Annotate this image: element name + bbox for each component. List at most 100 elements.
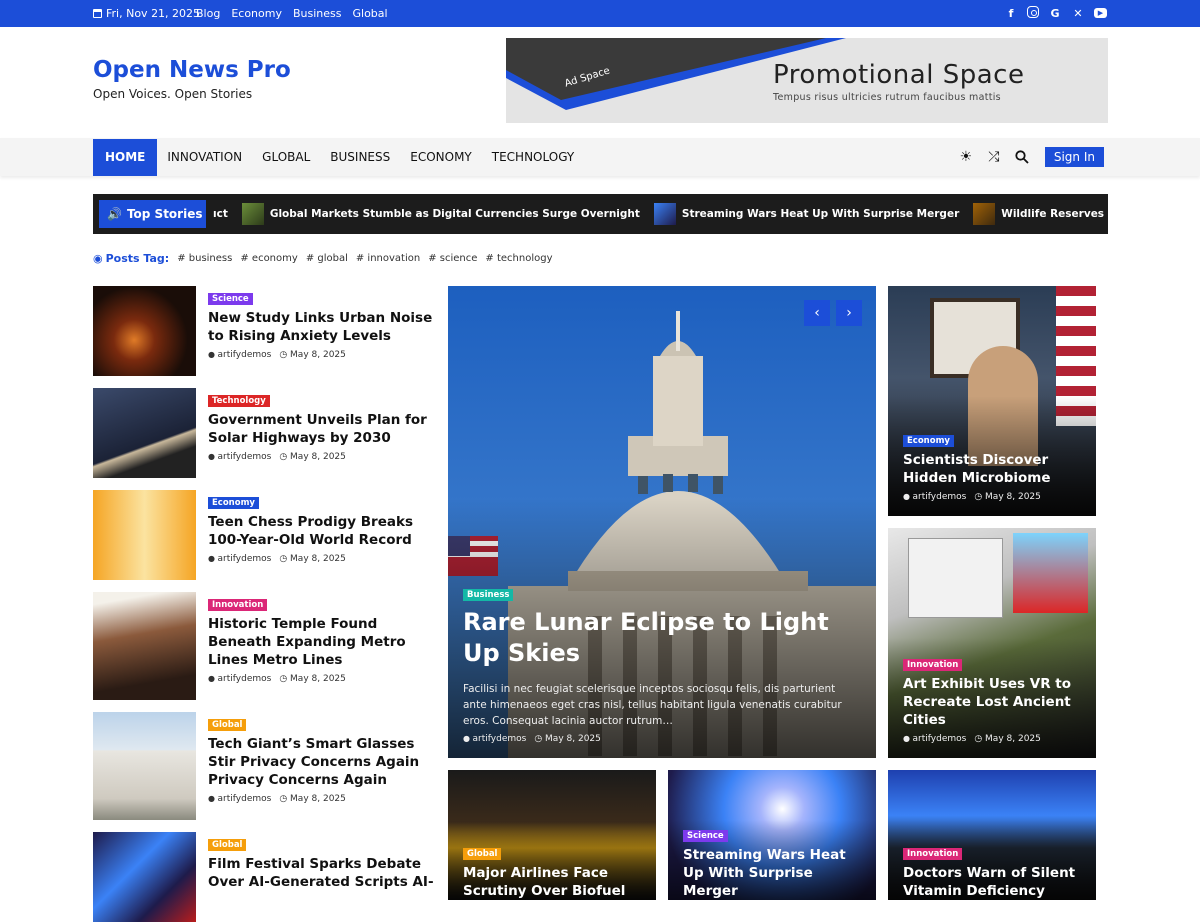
post-title[interactable]: Government Unveils Plan for Solar Highwa… [208,411,438,447]
list-item[interactable]: Global Film Festival Sparks Debate Over … [93,832,438,922]
category-badge[interactable]: Innovation [903,848,963,860]
nav-item-global[interactable]: GLOBAL [252,139,320,176]
post-author[interactable]: artifydemos [903,492,967,502]
category-badge[interactable]: Global [208,839,247,851]
list-item[interactable]: Global Tech Giant’s Smart Glasses Stir P… [93,712,438,820]
top-link-economy[interactable]: Economy [231,7,282,20]
featured-slider[interactable]: ‹ › Business Rare Lunar Eclipse to Light… [448,286,876,758]
list-item[interactable]: Economy Teen Chess Prodigy Breaks 100-Ye… [93,490,438,580]
tag-global[interactable]: # global [306,253,348,264]
post-title[interactable]: Historic Temple Found Beneath Expanding … [208,615,438,669]
category-badge[interactable]: Innovation [903,659,963,671]
chevron-left-icon[interactable]: ‹ [804,300,830,326]
tag-icon: ◉ [93,252,103,265]
bottom-card[interactable]: Science Streaming Wars Heat Up With Surp… [668,770,876,900]
list-item[interactable]: Technology Government Unveils Plan for S… [93,388,438,478]
post-author[interactable]: artifydemos [208,350,272,360]
tag-economy[interactable]: # economy [240,253,297,264]
category-badge[interactable]: Global [463,848,502,860]
post-thumbnail[interactable] [93,490,196,580]
post-date: May 8, 2025 [279,452,346,462]
post-thumbnail[interactable] [93,592,196,700]
side-card[interactable]: Innovation Art Exhibit Uses VR to Recrea… [888,528,1096,758]
category-badge[interactable]: Global [208,719,247,731]
google-icon[interactable]: G [1048,6,1062,20]
site-title[interactable]: Open News Pro [93,57,291,83]
hero-excerpt: Facilisi in nec feugiat scelerisque ince… [463,683,842,727]
category-badge[interactable]: Science [208,293,253,305]
category-badge[interactable]: Business [463,589,514,601]
slider-arrows: ‹ › [804,300,862,326]
post-title[interactable]: Teen Chess Prodigy Breaks 100-Year-Old W… [208,513,438,549]
post-title[interactable]: New Study Links Urban Noise to Rising An… [208,309,438,345]
nav-item-technology[interactable]: TECHNOLOGY [482,139,584,176]
ticker-thumbnail [973,203,996,225]
search-icon[interactable] [1013,148,1031,166]
bottom-card[interactable]: Innovation Doctors Warn of Silent Vitami… [888,770,1096,900]
x-icon[interactable]: ✕ [1071,6,1085,20]
card-caption: Economy Scientists Discover Hidden Micro… [903,428,1086,502]
instagram-icon[interactable] [1027,6,1039,18]
post-thumbnail[interactable] [93,286,196,376]
nav-actions: ☀ ⤮ Sign In [957,147,1104,167]
nav-item-innovation[interactable]: INNOVATION [157,139,252,176]
tag-innovation[interactable]: # innovation [356,253,420,264]
sign-in-button[interactable]: Sign In [1044,147,1104,167]
ticker-thumbnail [653,203,676,225]
youtube-icon[interactable]: ▶ [1094,8,1107,18]
post-author[interactable]: artifydemos [208,674,272,684]
ticker-item[interactable]: Streaming Wars Heat Up With Surprise Mer… [653,203,959,225]
posts-tags: ◉ Posts Tag: # business # economy # globa… [93,252,553,265]
tag-science[interactable]: # science [428,253,477,264]
tag-technology[interactable]: # technology [485,253,552,264]
nav-item-business[interactable]: BUSINESS [320,139,400,176]
category-badge[interactable]: Economy [208,497,259,509]
ticker-item[interactable]: Global Markets Stumble as Digital Curren… [241,203,640,225]
nav-item-economy[interactable]: ECONOMY [400,139,482,176]
top-link-business[interactable]: Business [293,7,342,20]
category-badge[interactable]: Technology [208,395,270,407]
hero-title[interactable]: Rare Lunar Eclipse to Light Up Skies [463,607,861,669]
card-image-sign [1013,533,1088,613]
category-badge[interactable]: Economy [903,435,954,447]
side-card[interactable]: Economy Scientists Discover Hidden Micro… [888,286,1096,516]
post-title[interactable]: Tech Giant’s Smart Glasses Stir Privacy … [208,735,438,789]
ad-banner[interactable]: Ad Space Promotional Space Tempus risus … [506,38,1108,123]
post-author[interactable]: artifydemos [208,452,272,462]
chevron-right-icon[interactable]: › [836,300,862,326]
tag-business[interactable]: # business [177,253,232,264]
category-badge[interactable]: Innovation [208,599,268,611]
list-item[interactable]: Science New Study Links Urban Noise to R… [93,286,438,376]
nav-item-home[interactable]: HOME [93,139,158,176]
ticker-item[interactable]: ıct [213,208,228,220]
post-thumbnail[interactable] [93,832,196,922]
post-title[interactable]: Film Festival Sparks Debate Over AI-Gene… [208,855,438,891]
ticker-items: ıct Global Markets Stumble as Digital Cu… [213,194,1108,234]
post-thumbnail[interactable] [93,712,196,820]
bottom-card[interactable]: Global Major Airlines Face Scrutiny Over… [448,770,656,900]
card-title[interactable]: Major Airlines Face Scrutiny Over Biofue… [463,864,646,900]
main-navigation: HOME INNOVATION GLOBAL BUSINESS ECONOMY … [0,138,1200,176]
card-title[interactable]: Doctors Warn of Silent Vitamin Deficienc… [903,864,1086,900]
post-author[interactable]: artifydemos [903,734,967,744]
post-author[interactable]: artifydemos [208,794,272,804]
top-link-global[interactable]: Global [353,7,388,20]
ticker-item[interactable]: Wildlife Reserves Report Surge in Endang [973,203,1108,225]
shuffle-icon[interactable]: ⤮ [985,148,1003,166]
date-text: Fri, Nov 21, 2025 [106,7,201,20]
sun-icon[interactable]: ☀ [957,148,975,166]
post-author[interactable]: artifydemos [208,554,272,564]
list-item[interactable]: Innovation Historic Temple Found Beneath… [93,592,438,700]
ticker-label: 🔊 Top Stories [99,200,206,228]
card-title[interactable]: Art Exhibit Uses VR to Recreate Lost Anc… [903,675,1086,729]
category-badge[interactable]: Science [683,830,728,842]
facebook-icon[interactable]: f [1004,6,1018,20]
ticker-label-text: Top Stories [126,207,203,221]
post-thumbnail[interactable] [93,388,196,478]
date-display: Fri, Nov 21, 2025 [93,7,200,20]
top-link-blog[interactable]: Blog [196,7,220,20]
post-author[interactable]: artifydemos [463,734,527,744]
card-title[interactable]: Scientists Discover Hidden Microbiome [903,451,1086,487]
ticker-thumbnail [241,203,264,225]
card-title[interactable]: Streaming Wars Heat Up With Surprise Mer… [683,846,866,900]
